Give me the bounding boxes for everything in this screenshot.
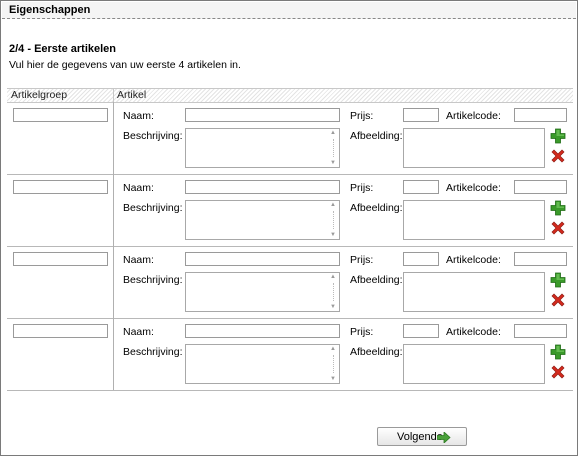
image-box[interactable] xyxy=(403,272,545,312)
table-header: Artikelgroep Artikel xyxy=(7,88,573,103)
page-title: 2/4 - Eerste artikelen xyxy=(9,43,117,55)
cross-icon[interactable] xyxy=(550,220,566,236)
next-button-label: Volgende xyxy=(397,431,443,443)
description-textarea[interactable] xyxy=(185,272,340,312)
textarea-scrollbar[interactable] xyxy=(328,129,339,167)
image-label: Afbeelding: xyxy=(350,346,403,358)
description-label: Beschrijving: xyxy=(123,346,183,358)
image-label: Afbeelding: xyxy=(350,274,403,286)
name-label: Naam: xyxy=(123,254,154,266)
code-input[interactable] xyxy=(514,252,567,266)
cross-icon[interactable] xyxy=(550,364,566,380)
article-row: Naam: Prijs: Artikelcode: Beschrijving: … xyxy=(7,246,573,319)
code-label: Artikelcode: xyxy=(446,326,501,338)
column-divider xyxy=(113,318,114,390)
price-input[interactable] xyxy=(403,180,439,194)
dialog-frame: Eigenschappen 2/4 - Eerste artikelen Vul… xyxy=(0,0,578,456)
code-label: Artikelcode: xyxy=(446,254,501,266)
plus-icon[interactable] xyxy=(550,344,566,360)
image-box[interactable] xyxy=(403,200,545,240)
name-input[interactable] xyxy=(185,252,340,266)
plus-icon[interactable] xyxy=(550,272,566,288)
article-row: Naam: Prijs: Artikelcode: Beschrijving: … xyxy=(7,318,573,391)
image-box[interactable] xyxy=(403,344,545,384)
column-header-artikel: Artikel xyxy=(117,89,147,101)
articles-table: Artikelgroep Artikel Naam: Prijs: Artike… xyxy=(7,88,573,393)
textarea-scrollbar[interactable] xyxy=(328,201,339,239)
price-label: Prijs: xyxy=(350,182,374,194)
name-label: Naam: xyxy=(123,110,154,122)
description-textarea[interactable] xyxy=(185,200,340,240)
textarea-scrollbar[interactable] xyxy=(328,273,339,311)
plus-icon[interactable] xyxy=(550,200,566,216)
description-textarea[interactable] xyxy=(185,128,340,168)
description-textarea[interactable] xyxy=(185,344,340,384)
plus-icon[interactable] xyxy=(550,128,566,144)
name-label: Naam: xyxy=(123,326,154,338)
name-label: Naam: xyxy=(123,182,154,194)
artikelgroep-input[interactable] xyxy=(13,324,108,338)
window-title: Eigenschappen xyxy=(9,4,91,16)
price-input[interactable] xyxy=(403,324,439,338)
price-label: Prijs: xyxy=(350,326,374,338)
column-divider xyxy=(113,246,114,318)
code-label: Artikelcode: xyxy=(446,182,501,194)
price-label: Prijs: xyxy=(350,110,374,122)
code-input[interactable] xyxy=(514,324,567,338)
column-divider xyxy=(113,102,114,174)
code-input[interactable] xyxy=(514,108,567,122)
artikelgroep-input[interactable] xyxy=(13,108,108,122)
description-label: Beschrijving: xyxy=(123,274,183,286)
name-input[interactable] xyxy=(185,324,340,338)
code-input[interactable] xyxy=(514,180,567,194)
textarea-scrollbar[interactable] xyxy=(328,345,339,383)
description-label: Beschrijving: xyxy=(123,202,183,214)
article-row: Naam: Prijs: Artikelcode: Beschrijving: … xyxy=(7,102,573,175)
image-label: Afbeelding: xyxy=(350,130,403,142)
image-box[interactable] xyxy=(403,128,545,168)
next-button[interactable]: Volgende xyxy=(377,427,467,446)
price-input[interactable] xyxy=(403,252,439,266)
name-input[interactable] xyxy=(185,180,340,194)
article-row: Naam: Prijs: Artikelcode: Beschrijving: … xyxy=(7,174,573,247)
header-divider xyxy=(113,89,114,102)
page-intro: Vul hier de gegevens van uw eerste 4 art… xyxy=(9,59,241,71)
arrow-right-icon xyxy=(437,432,451,443)
name-input[interactable] xyxy=(185,108,340,122)
column-header-artikelgroep: Artikelgroep xyxy=(11,89,68,101)
description-label: Beschrijving: xyxy=(123,130,183,142)
cross-icon[interactable] xyxy=(550,148,566,164)
price-input[interactable] xyxy=(403,108,439,122)
artikelgroep-input[interactable] xyxy=(13,180,108,194)
code-label: Artikelcode: xyxy=(446,110,501,122)
titlebar: Eigenschappen xyxy=(2,2,576,19)
column-divider xyxy=(113,174,114,246)
price-label: Prijs: xyxy=(350,254,374,266)
cross-icon[interactable] xyxy=(550,292,566,308)
image-label: Afbeelding: xyxy=(350,202,403,214)
artikelgroep-input[interactable] xyxy=(13,252,108,266)
